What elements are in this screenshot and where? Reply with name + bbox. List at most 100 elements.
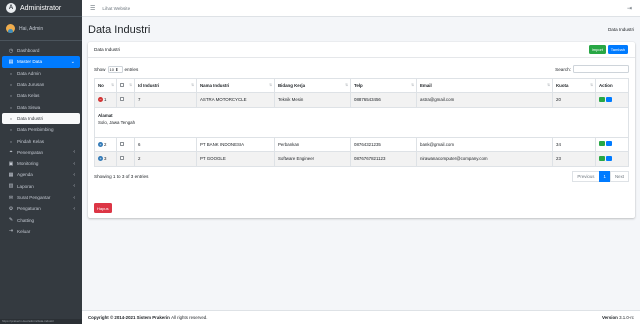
- sort-icon: ⇅: [269, 83, 272, 87]
- rights-text: All rights reserved.: [171, 315, 208, 320]
- sidebar-item-penempatan[interactable]: ⌖ Penempatan ‹: [2, 147, 80, 158]
- chat-icon: ✎: [8, 217, 14, 224]
- entries-select[interactable]: 10 ⬍: [107, 65, 123, 73]
- brand-link[interactable]: A Administrator: [0, 0, 82, 17]
- circle-icon: ○: [9, 138, 13, 144]
- detail-cell: Alamat Solo, Jawa Tengah: [94, 106, 629, 138]
- sidebar-item-chatting[interactable]: ✎ Chatting: [2, 214, 80, 225]
- logout-icon[interactable]: ⇥: [627, 5, 632, 12]
- calendar-icon: ▦: [8, 171, 14, 178]
- edit-icon[interactable]: [599, 141, 605, 147]
- sort-icon: ⇅: [345, 83, 348, 87]
- col-email[interactable]: Email ⇅: [416, 78, 553, 93]
- table-info: Showing 1 to 3 of 3 entries: [94, 174, 149, 179]
- row-detail: Alamat Solo, Jawa Tengah: [94, 106, 629, 138]
- cell-action: [595, 92, 629, 108]
- search-input[interactable]: [573, 65, 629, 73]
- col-nama-industri[interactable]: Nama Industri ⇅: [196, 78, 275, 93]
- hamburger-icon[interactable]: ☰: [90, 5, 95, 12]
- sidebar: A Administrator Hai, Admin ◷ Dashboard ▤ M…: [0, 0, 82, 324]
- cell-telp: 08764321235: [350, 136, 417, 152]
- col-bidang-kerja[interactable]: Bidang Kerja ⇅: [274, 78, 351, 93]
- table-footer: Showing 1 to 3 of 3 entries Previous 1 N…: [94, 170, 629, 184]
- sidebar-item-agenda[interactable]: ▦ Agenda ‹: [2, 169, 80, 180]
- sidebar-item-monitoring[interactable]: ▣ Monitoring ‹: [2, 158, 80, 169]
- cell-kuota: 23: [552, 151, 596, 167]
- prev-page-button[interactable]: Previous: [572, 171, 600, 182]
- select-all-checkbox[interactable]: [120, 83, 124, 87]
- circle-icon: ○: [9, 93, 13, 99]
- import-button[interactable]: Import: [588, 45, 606, 54]
- cell-action: [595, 136, 629, 152]
- chevron-left-icon: ‹: [73, 194, 75, 201]
- gear-icon: ⚙: [8, 205, 14, 212]
- sort-icon: ⇅: [111, 83, 114, 87]
- view-icon[interactable]: [606, 155, 612, 161]
- tambah-button[interactable]: Tambah: [607, 45, 628, 54]
- collapse-icon[interactable]: −: [98, 97, 103, 103]
- user-panel[interactable]: Hai, Admin: [0, 17, 82, 41]
- view-icon[interactable]: [606, 141, 612, 147]
- sort-icon: ⇅: [129, 83, 132, 87]
- sidebar-item-pengaturan[interactable]: ⚙ Pengaturan ‹: [2, 203, 80, 214]
- edit-icon[interactable]: [599, 96, 605, 102]
- database-icon: ▤: [8, 58, 14, 65]
- cell-id: 6: [134, 136, 197, 152]
- sidebar-item-data-admin[interactable]: ○ Data Admin: [2, 68, 80, 79]
- sidebar-item-data-siswa[interactable]: ○ Data Siswa: [2, 101, 80, 112]
- mail-icon: ✉: [8, 194, 14, 201]
- row-checkbox[interactable]: [120, 97, 124, 102]
- cell-nama: PT GOOGLE: [196, 151, 275, 167]
- sidebar-item-data-kelas[interactable]: ○ Data Kelas: [2, 90, 80, 101]
- cell-email: bank@gmail.com: [416, 136, 553, 152]
- sort-icon: ⇅: [547, 83, 550, 87]
- sidebar-item-master-data[interactable]: ▤ Master Data ⌄: [2, 56, 80, 68]
- sidebar-item-dashboard[interactable]: ◷ Dashboard: [2, 45, 80, 56]
- dashboard-icon: ◷: [8, 47, 14, 54]
- col-select-all[interactable]: ⇅: [116, 78, 135, 93]
- table-row: −1 7 ASTRA MOTORCYCLE Teknik Mesin 08876…: [94, 92, 629, 108]
- report-icon: ▥: [8, 183, 14, 190]
- col-telp[interactable]: Telp ⇅: [350, 78, 417, 93]
- table-row: +2 6 PT BANK INDONESIA Perbankan 0876432…: [94, 136, 629, 152]
- sidebar-item-keluar[interactable]: ⇥ Keluar: [2, 226, 80, 237]
- col-no[interactable]: No ⇅: [94, 78, 117, 93]
- sidebar-item-pindah-kelas[interactable]: ○ Pindah Kelas: [2, 135, 80, 146]
- next-page-button[interactable]: Next: [609, 171, 629, 182]
- logout-icon: ⇥: [8, 228, 14, 235]
- sidebar-item-data-pembimbing[interactable]: ○ Data Pembimbing: [2, 124, 80, 135]
- cell-id: 7: [134, 92, 197, 108]
- card-header: Data Industri Import Tambah: [88, 42, 635, 58]
- sidebar-item-surat-pengantar[interactable]: ✉ Surat Pengantar ‹: [2, 192, 80, 203]
- circle-icon: ○: [9, 104, 13, 110]
- cell-select: [116, 92, 135, 108]
- brand-logo-icon: A: [6, 3, 16, 13]
- view-website-link[interactable]: Lihat Website: [102, 6, 130, 11]
- hapus-button[interactable]: Hapus: [94, 203, 112, 213]
- row-checkbox[interactable]: [120, 156, 124, 161]
- view-icon[interactable]: [606, 96, 612, 102]
- entries-label: entries: [124, 66, 139, 72]
- brand-text: Administrator: [20, 4, 62, 12]
- expand-icon[interactable]: +: [98, 141, 103, 147]
- expand-icon[interactable]: +: [98, 156, 103, 162]
- monitor-icon: ▣: [8, 160, 14, 167]
- edit-icon[interactable]: [599, 155, 605, 161]
- chevron-left-icon: ‹: [73, 205, 75, 212]
- col-kuota[interactable]: Kuota ⇅: [552, 78, 596, 93]
- chevron-left-icon: ‹: [73, 149, 75, 156]
- industri-table: No ⇅ ⇅ Id Industri ⇅ Nama Industri ⇅ Bidang…: [94, 78, 629, 167]
- industri-card: Data Industri Import Tambah Show 10 ⬍ en…: [88, 42, 635, 218]
- sidebar-item-data-industri[interactable]: ○ Data Industri: [2, 112, 80, 125]
- cell-no[interactable]: +3: [94, 151, 117, 167]
- cell-telp: 0876767821123: [350, 151, 417, 167]
- row-checkbox[interactable]: [120, 141, 124, 146]
- cell-id: 2: [134, 151, 197, 167]
- cell-no[interactable]: +2: [94, 136, 117, 152]
- sidebar-item-laporan[interactable]: ▥ Laporan ‹: [2, 181, 80, 192]
- sidebar-item-data-jurusan[interactable]: ○ Data Jurusan: [2, 79, 80, 90]
- cell-no[interactable]: −1: [94, 92, 117, 108]
- cell-email: astra@gmail.com: [416, 92, 553, 108]
- chevron-left-icon: ‹: [73, 183, 75, 190]
- col-id-industri[interactable]: Id Industri ⇅: [134, 78, 197, 93]
